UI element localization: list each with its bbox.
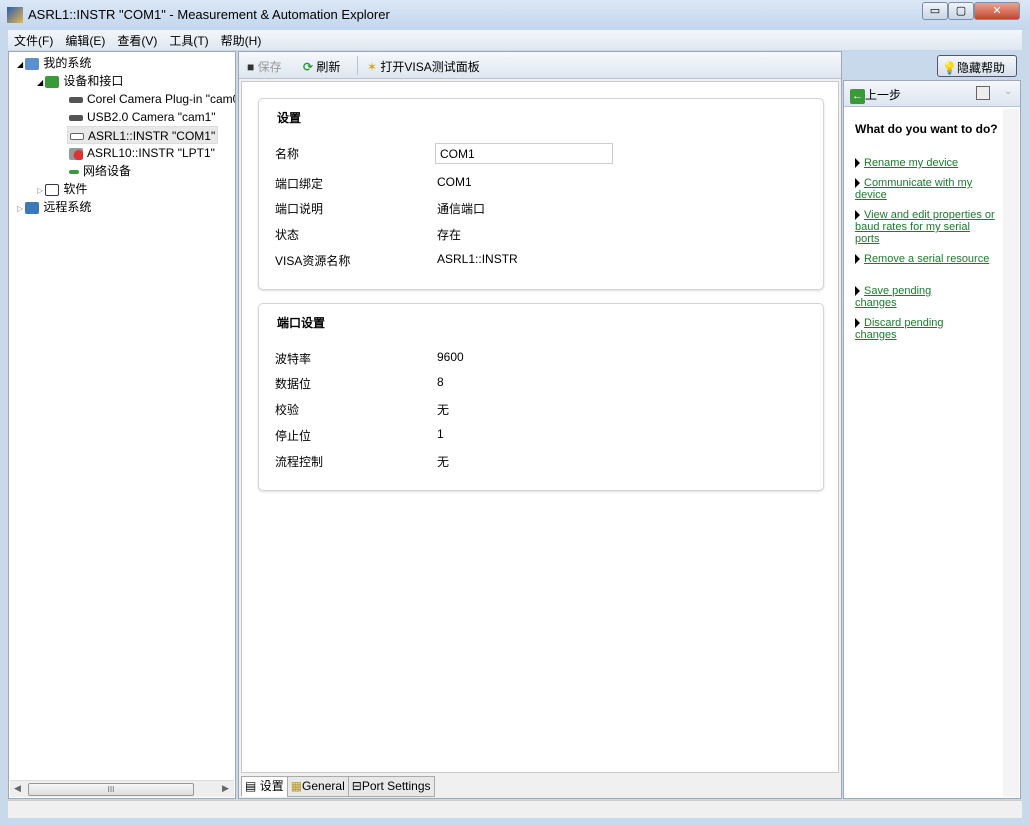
tree-item-asrl1[interactable]: ASRL1::INSTR "COM1"	[67, 126, 219, 144]
stop-bits-label: 停止位	[275, 429, 312, 443]
general-icon: ▦	[290, 779, 303, 793]
help-link-view-edit[interactable]: View and edit properties or baud rates f…	[855, 209, 995, 245]
help-header: ← 上一步 ⌄	[844, 81, 1020, 107]
refresh-button[interactable]: ⟳ 刷新	[303, 58, 340, 75]
parity-value: 无	[437, 403, 450, 417]
scroll-thumb[interactable]: III	[28, 783, 194, 796]
bullet-icon	[855, 210, 860, 221]
serial-port-icon: ⊟	[351, 779, 362, 793]
status-value: 存在	[437, 228, 462, 242]
bullet-icon	[855, 254, 860, 265]
tree-item-software[interactable]: ▷ 软件	[37, 180, 87, 198]
tab-bar: ▤ 设置 ▦General ⊟Port Settings	[241, 776, 435, 798]
menu-bar: 文件(F) 编辑(E) 查看(V) 工具(T) 帮助(H)	[8, 30, 1022, 50]
baud-rate-label: 波特率	[275, 352, 312, 366]
name-label: 名称	[275, 147, 300, 161]
serial-port-error-icon	[69, 147, 83, 160]
open-visa-test-panel-button[interactable]: ✶ 打开VISA测试面板	[367, 58, 480, 75]
main-pane: ■ 保存 ⟳ 刷新 ✶ 打开VISA测试面板 设置 名称 COM1 端口绑定 C…	[238, 51, 842, 799]
minimize-button[interactable]: ▭	[922, 2, 948, 20]
remote-icon	[25, 201, 40, 214]
help-link-save[interactable]: Save pending changes	[855, 285, 965, 309]
status-bar	[8, 800, 1022, 818]
tree-view: ◢ 我的系统 ◢ 设备和接口 Corel Camera Plug-in "cam…	[8, 51, 236, 799]
tree-item-remote[interactable]: ▷ 远程系统	[17, 198, 91, 216]
help-heading: What do you want to do?	[855, 122, 998, 136]
menu-edit[interactable]: 编辑(E)	[59, 30, 111, 51]
port-settings-title: 端口设置	[277, 316, 326, 330]
layout-icon[interactable]	[976, 86, 990, 100]
port-binding-label: 端口绑定	[275, 177, 324, 191]
computer-icon	[25, 57, 40, 70]
port-description-value: 通信端口	[437, 202, 486, 216]
baud-rate-value: 9600	[437, 350, 464, 364]
save-icon: ■	[247, 60, 255, 74]
toolbar-divider	[357, 56, 358, 75]
serial-port-icon	[70, 133, 84, 141]
flow-control-label: 流程控制	[275, 455, 324, 469]
lightbulb-icon: 💡	[942, 61, 957, 75]
data-bits-label: 数据位	[275, 377, 312, 391]
window-title: ASRL1::INSTR "COM1" - Measurement & Auto…	[28, 7, 390, 22]
help-link-communicate[interactable]: Communicate with my device	[855, 177, 995, 201]
tree-item-my-system[interactable]: ◢ 我的系统	[17, 54, 91, 72]
save-button[interactable]: ■ 保存	[247, 58, 282, 75]
tree-item-usb-camera[interactable]: USB2.0 Camera "cam1"	[69, 108, 216, 126]
visa-resource-label: VISA资源名称	[275, 254, 351, 268]
port-settings-panel: 端口设置 波特率 9600 数据位 8 校验 无 停止位 1 流程控制 无	[258, 303, 824, 491]
flow-control-value: 无	[437, 455, 450, 469]
app-icon	[7, 7, 23, 23]
close-button[interactable]: ✕	[974, 2, 1020, 20]
camera-icon	[69, 96, 83, 103]
maximize-button[interactable]: ▢	[948, 2, 974, 20]
tree-horizontal-scrollbar[interactable]: ◀ III ▶	[10, 780, 234, 797]
status-label: 状态	[275, 228, 300, 242]
menu-tools[interactable]: 工具(T)	[163, 30, 214, 51]
content-area: 设置 名称 COM1 端口绑定 COM1 端口说明 通信端口 状态 存在 VIS…	[241, 81, 839, 773]
toolbar: ■ 保存 ⟳ 刷新 ✶ 打开VISA测试面板	[239, 52, 841, 79]
network-icon	[69, 169, 79, 174]
chevron-down-icon[interactable]: ⌄	[1004, 86, 1012, 97]
tree-item-network[interactable]: 网络设备	[69, 162, 131, 180]
title-bar: ASRL1::INSTR "COM1" - Measurement & Auto…	[0, 0, 1030, 30]
bullet-icon	[855, 158, 860, 169]
port-binding-value: COM1	[437, 175, 472, 189]
bullet-icon	[855, 178, 860, 189]
settings-title: 设置	[277, 111, 302, 125]
menu-help[interactable]: 帮助(H)	[215, 30, 268, 51]
bullet-icon	[855, 286, 860, 297]
scroll-left-icon[interactable]: ◀	[14, 783, 21, 794]
bullet-icon	[855, 318, 860, 329]
tree-item-corel-camera[interactable]: Corel Camera Plug-in "cam0"	[69, 90, 235, 108]
tab-settings[interactable]: ▤ 设置	[241, 776, 288, 797]
help-link-remove[interactable]: Remove a serial resource	[855, 253, 995, 265]
refresh-icon: ⟳	[303, 60, 314, 74]
visa-resource-value: ASRL1::INSTR	[437, 252, 518, 266]
tab-port-settings[interactable]: ⊟Port Settings	[347, 776, 435, 797]
back-arrow-icon: ←	[850, 89, 865, 104]
scroll-right-icon[interactable]: ▶	[222, 783, 229, 794]
port-description-label: 端口说明	[275, 202, 324, 216]
help-vertical-scrollbar[interactable]	[1003, 109, 1019, 797]
menu-file[interactable]: 文件(F)	[8, 30, 59, 51]
list-icon: ▤	[245, 779, 257, 793]
tab-general[interactable]: ▦General	[286, 776, 349, 797]
stop-bits-value: 1	[437, 427, 444, 441]
name-input[interactable]: COM1	[435, 143, 613, 164]
help-link-rename[interactable]: Rename my device	[855, 157, 995, 169]
settings-panel: 设置 名称 COM1 端口绑定 COM1 端口说明 通信端口 状态 存在 VIS…	[258, 98, 824, 290]
hide-help-button[interactable]: 💡隐藏帮助	[937, 55, 1017, 77]
parity-label: 校验	[275, 403, 300, 417]
help-link-discard[interactable]: Discard pending changes	[855, 317, 965, 341]
wand-icon: ✶	[367, 60, 378, 74]
menu-view[interactable]: 查看(V)	[111, 30, 163, 51]
help-pane: ← 上一步 ⌄ What do you want to do? Rename my…	[843, 80, 1021, 799]
camera-icon	[69, 114, 83, 121]
devices-icon	[45, 75, 60, 88]
software-icon	[45, 183, 60, 196]
back-button[interactable]: ← 上一步	[850, 86, 901, 104]
tree-item-devices[interactable]: ◢ 设备和接口	[37, 72, 123, 90]
data-bits-value: 8	[437, 375, 444, 389]
tree-item-asrl10[interactable]: ASRL10::INSTR "LPT1"	[69, 144, 215, 162]
